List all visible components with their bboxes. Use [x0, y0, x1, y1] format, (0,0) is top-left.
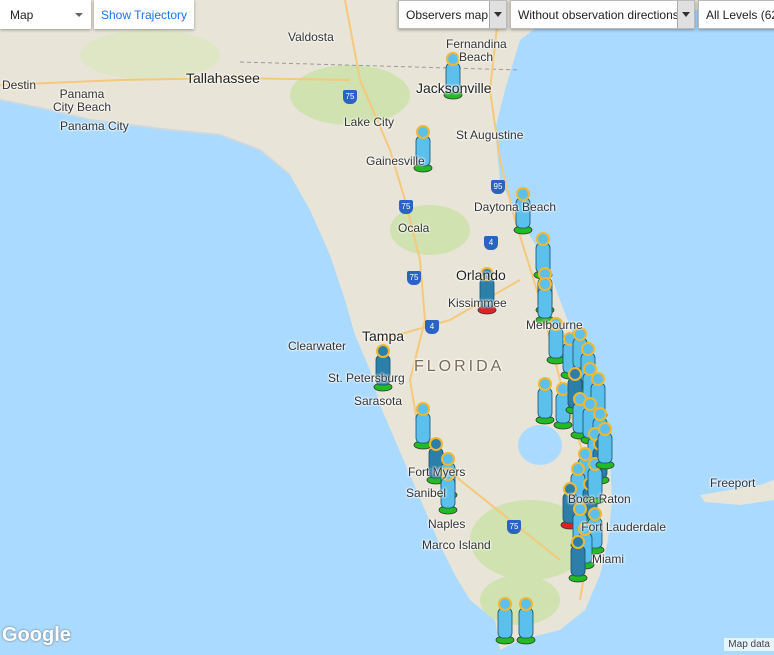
city-label: Fernandina Beach	[446, 37, 507, 64]
city-label: Clearwater	[288, 339, 347, 353]
map-type-label: Map	[10, 7, 34, 22]
city-label: Tampa	[362, 328, 405, 344]
city-label: Melbourne	[526, 318, 583, 332]
observers-map-label: Observers map	[406, 7, 489, 22]
observation-directions-select[interactable]: Without observation directions	[510, 0, 695, 29]
city-label: Sarasota	[354, 394, 403, 408]
city-label: Boca Raton	[568, 492, 631, 506]
city-label: Tallahassee	[186, 70, 260, 86]
observer-marker[interactable]	[495, 597, 515, 645]
chevron-down-icon[interactable]	[489, 1, 506, 28]
chevron-down-icon	[75, 13, 83, 17]
city-label: Panama City Beach	[52, 87, 112, 114]
highway-shield: 75	[407, 271, 421, 285]
city-label: Gainesville	[366, 154, 425, 168]
highway-shield: 95	[491, 180, 505, 194]
city-label: Marco Island	[422, 538, 491, 552]
city-label: Lake City	[344, 115, 395, 129]
highway-shield: 4	[425, 320, 439, 334]
city-label: Sanibel	[406, 486, 447, 500]
observer-marker[interactable]	[516, 597, 536, 645]
state-label: FLORIDA	[414, 358, 505, 375]
show-trajectory-button[interactable]: Show Trajectory	[94, 0, 194, 29]
google-logo: Google	[2, 624, 71, 646]
levels-label: All Levels (62	[706, 7, 774, 22]
observer-marker[interactable]	[595, 422, 615, 470]
city-label: Panama City	[60, 119, 129, 133]
city-label: Orlando	[456, 267, 506, 283]
observation-directions-label: Without observation directions	[518, 7, 679, 22]
lake-okeechobee	[518, 425, 562, 465]
observers-map-select[interactable]: Observers map	[398, 0, 507, 29]
city-label: St. Petersburg	[328, 371, 405, 385]
city-label: Daytona Beach	[474, 200, 557, 214]
city-label: Fort Myers	[408, 465, 466, 479]
city-label: Fort Lauderdale	[581, 520, 666, 534]
city-label: Jacksonville	[416, 80, 492, 96]
map-type-dropdown[interactable]: Map	[0, 0, 91, 29]
chevron-down-icon[interactable]	[677, 1, 694, 28]
city-label: St Augustine	[456, 128, 524, 142]
highway-shield: 4	[484, 236, 498, 250]
city-label: Destin	[2, 78, 37, 92]
show-trajectory-label: Show Trajectory	[100, 7, 188, 22]
levels-select[interactable]: All Levels (62	[698, 0, 774, 29]
city-label: Miami	[592, 552, 624, 566]
city-label: Naples	[428, 517, 466, 531]
city-label: Valdosta	[288, 30, 334, 44]
city-label: Freeport	[710, 476, 756, 490]
highway-shield: 75	[343, 90, 357, 104]
city-label: Ocala	[398, 221, 430, 235]
observer-marker[interactable]	[568, 535, 588, 583]
map-data-attribution[interactable]: Map data	[724, 638, 774, 651]
highway-shield: 75	[399, 200, 413, 214]
city-label: Kissimmee	[448, 296, 507, 310]
observer-marker[interactable]	[535, 377, 555, 425]
highway-shield: 75	[507, 520, 521, 534]
